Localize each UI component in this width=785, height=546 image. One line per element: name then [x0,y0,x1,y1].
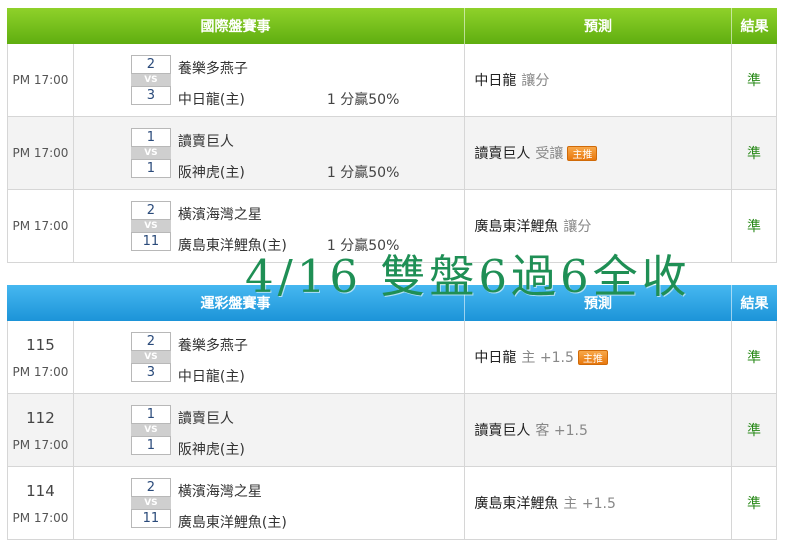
scorebox: 2 VS 3 [130,55,171,105]
pick-type: 讓分 [521,73,550,89]
away-team: 橫濱海灣之星 [177,207,262,223]
table-row: 112 PM 17:00 1 VS 1 讀賣巨人 阪神虎(主) 讀賣巨人 客 +… [7,394,777,467]
time-cell: PM 17:00 [8,190,74,262]
home-score: 11 [130,509,171,528]
result-cell: 準 [732,321,777,393]
away-team: 讀賣巨人 [177,134,234,150]
result-cell: 準 [732,467,777,539]
home-team: 阪神虎(主) [177,165,245,181]
home-team: 中日龍(主) [177,92,245,108]
home-score: 3 [130,363,171,382]
table-row: 114 PM 17:00 2 VS 11 橫濱海灣之星 廣島東洋鯉魚(主) 廣島… [7,467,777,540]
match-cell: 2 VS 3 養樂多燕子 中日龍(主) [74,321,466,393]
prediction-cell: 讀賣巨人 受讓 主推 [465,117,733,189]
pick-type: 客 +1.5 [535,423,588,439]
scorebox: 2 VS 11 [130,201,171,251]
match-cell: 1 VS 1 讀賣巨人 阪神虎(主) 1 分贏50% [74,117,466,189]
away-score: 1 [130,405,171,424]
vs-label: VS [130,147,171,159]
time-cell: PM 17:00 [8,117,74,189]
away-team: 養樂多燕子 [177,338,248,354]
home-score: 1 [130,436,171,455]
away-score: 2 [130,332,171,351]
results-overlay-banner: 4/16 雙盤6過6全收 [245,250,691,303]
table-row: 115 PM 17:00 2 VS 3 養樂多燕子 中日龍(主) 中日龍 主 +… [7,321,777,394]
game-number: 115 [26,335,55,354]
scorebox: 2 VS 3 [130,332,171,382]
featured-pick-badge: 主推 [567,145,598,161]
time-cell: 112 PM 17:00 [8,394,74,466]
international-odds-section: 國際盤賽事 預測 結果 PM 17:00 2 VS 3 養樂多燕子 中日龍(主)… [7,8,777,263]
table-row: PM 17:00 1 VS 1 讀賣巨人 阪神虎(主) 1 分贏50% 讀賣巨人… [7,117,777,190]
pick-team: 讀賣巨人 [474,146,531,162]
game-number: 114 [26,481,55,500]
match-cell: 2 VS 11 橫濱海灣之星 廣島東洋鯉魚(主) [74,467,466,539]
result-column-header: 結果 [740,296,769,312]
prediction-cell: 讀賣巨人 客 +1.5 [465,394,733,466]
featured-pick-badge: 主推 [577,349,608,365]
time-cell: PM 17:00 [8,44,74,116]
international-header: 國際盤賽事 預測 結果 [7,8,777,44]
scorebox: 1 VS 1 [130,128,171,178]
result-column-header: 結果 [740,19,769,35]
vs-label: VS [130,424,171,436]
result-cell: 準 [732,44,777,116]
pick-team: 廣島東洋鯉魚 [474,496,559,512]
home-team: 阪神虎(主) [177,442,245,458]
prediction-cell: 廣島東洋鯉魚 主 +1.5 [465,467,733,539]
table-row: PM 17:00 2 VS 3 養樂多燕子 中日龍(主) 1 分贏50% 中日龍… [7,44,777,117]
result-cell: 準 [732,190,777,262]
game-time: PM 17:00 [12,73,69,87]
away-score: 2 [130,55,171,74]
home-score: 11 [130,232,171,251]
scorebox: 2 VS 11 [130,478,171,528]
pick-type: 受讓 [535,146,564,162]
game-time: PM 17:00 [12,364,69,379]
pick-team: 中日龍 [474,73,517,89]
prediction-column-header: 預測 [465,8,732,44]
pick-team: 中日龍 [474,350,517,366]
prediction-cell: 中日龍 讓分 [465,44,733,116]
game-time: PM 17:00 [12,510,69,525]
vs-label: VS [130,497,171,509]
scorebox: 1 VS 1 [130,405,171,455]
match-cell: 1 VS 1 讀賣巨人 阪神虎(主) [74,394,466,466]
pick-type: 主 +1.5 [521,350,574,366]
home-score: 3 [130,86,171,105]
home-score: 1 [130,159,171,178]
sports-lottery-section: 運彩盤賽事 預測 結果 115 PM 17:00 2 VS 3 養樂多燕子 中日… [7,285,777,540]
pick-type: 讓分 [563,219,592,235]
prediction-cell: 中日龍 主 +1.5 主推 [465,321,733,393]
spread-result: 1 分贏50% [326,92,400,108]
away-score: 2 [130,478,171,497]
result-cell: 準 [732,394,777,466]
pick-type: 主 +1.5 [563,496,616,512]
game-time: PM 17:00 [12,437,69,452]
vs-label: VS [130,220,171,232]
game-time: PM 17:00 [12,219,69,233]
spread-result: 1 分贏50% [326,165,400,181]
time-cell: 114 PM 17:00 [8,467,74,539]
result-cell: 準 [732,117,777,189]
vs-label: VS [130,351,171,363]
home-team: 廣島東洋鯉魚(主) [177,515,287,531]
pick-team: 廣島東洋鯉魚 [474,219,559,235]
pick-team: 讀賣巨人 [474,423,531,439]
home-team: 中日龍(主) [177,369,245,385]
match-cell: 2 VS 3 養樂多燕子 中日龍(主) 1 分贏50% [74,44,466,116]
away-score: 2 [130,201,171,220]
game-time: PM 17:00 [12,146,69,160]
time-cell: 115 PM 17:00 [8,321,74,393]
away-team: 橫濱海灣之星 [177,484,262,500]
away-team: 讀賣巨人 [177,411,234,427]
event-column-header: 國際盤賽事 [7,8,465,44]
away-team: 養樂多燕子 [177,61,248,77]
vs-label: VS [130,74,171,86]
game-number: 112 [26,408,55,427]
away-score: 1 [130,128,171,147]
